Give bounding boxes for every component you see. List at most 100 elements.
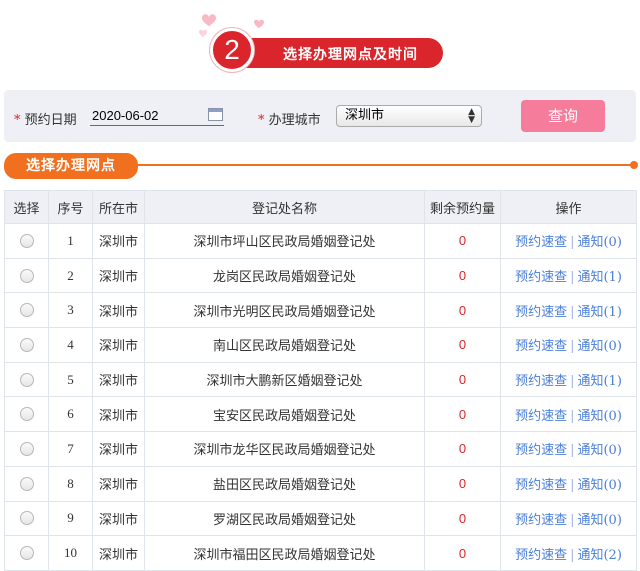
action-separator: | (570, 443, 575, 459)
row-actions: 预约速查 | 通知(0) (500, 431, 637, 467)
row-city: 深圳市 (92, 535, 145, 571)
action-separator: | (570, 547, 575, 563)
header-no: 序号 (48, 190, 93, 224)
action-separator: | (570, 270, 575, 286)
notice-link[interactable]: 通知(0) (577, 339, 621, 354)
select-radio[interactable] (19, 546, 34, 561)
header-name: 登记处名称 (144, 190, 425, 224)
row-number: 2 (48, 257, 93, 294)
select-cell (4, 535, 49, 571)
select-radio[interactable] (19, 372, 34, 387)
quick-check-link[interactable]: 预约速查 (515, 374, 567, 389)
row-actions: 预约速查 | 通知(1) (500, 361, 637, 398)
table-row: 5 深圳市 深圳市大鹏新区婚姻登记处 0 预约速查 | 通知(1) (4, 361, 637, 398)
row-actions: 预约速查 | 通知(0) (500, 465, 637, 502)
notice-link[interactable]: 通知(1) (577, 305, 621, 320)
table-row: 3 深圳市 深圳市光明区民政局婚姻登记处 0 预约速查 | 通知(1) (4, 292, 637, 329)
quick-check-link[interactable]: 预约速查 (515, 270, 567, 285)
date-input[interactable] (90, 106, 224, 126)
quick-check-link[interactable]: 预约速查 (515, 305, 567, 320)
row-remaining: 0 (424, 500, 501, 537)
query-button[interactable]: 查询 (521, 100, 605, 132)
row-city: 深圳市 (92, 292, 145, 329)
select-cell (4, 500, 49, 537)
notice-link[interactable]: 通知(0) (577, 443, 621, 458)
row-actions: 预约速查 | 通知(2) (500, 535, 637, 571)
row-number: 10 (48, 535, 93, 571)
registry-table: 选择 序号 所在市 登记处名称 剩余预约量 操作 1 深圳市 深圳市坪山区民政局婚姻… (4, 190, 637, 571)
quick-check-link[interactable]: 预约速查 (515, 443, 567, 458)
select-radio[interactable] (19, 337, 34, 352)
row-city: 深圳市 (92, 396, 145, 433)
calendar-icon[interactable] (208, 108, 223, 121)
row-city: 深圳市 (92, 431, 145, 467)
row-number: 6 (48, 396, 93, 433)
select-radio[interactable] (19, 303, 34, 318)
select-radio[interactable] (19, 233, 34, 248)
action-separator: | (570, 235, 575, 251)
notice-link[interactable]: 通知(2) (577, 548, 621, 563)
search-form: * 预约日期 * 办理城市 深圳市 ▲▼ 查询 (4, 90, 636, 142)
row-number: 9 (48, 500, 93, 537)
notice-link[interactable]: 通知(1) (577, 374, 621, 389)
notice-link[interactable]: 通知(0) (577, 235, 621, 250)
header-action: 操作 (500, 190, 637, 224)
select-arrows-icon: ▲ ▼ (468, 107, 475, 125)
select-radio[interactable] (19, 441, 34, 456)
quick-check-link[interactable]: 预约速查 (515, 339, 567, 354)
row-actions: 预约速查 | 通知(0) (500, 500, 637, 537)
header-select: 选择 (4, 190, 49, 224)
section-dot (630, 161, 638, 169)
quick-check-link[interactable]: 预约速查 (515, 548, 567, 563)
select-radio[interactable] (19, 407, 34, 422)
row-remaining: 0 (424, 223, 501, 259)
select-radio[interactable] (19, 268, 34, 283)
table-row: 7 深圳市 深圳市龙华区民政局婚姻登记处 0 预约速查 | 通知(0) (4, 431, 637, 467)
city-select[interactable]: 深圳市 ▲ ▼ (336, 105, 482, 127)
row-number: 7 (48, 431, 93, 467)
row-remaining: 0 (424, 396, 501, 433)
notice-link[interactable]: 通知(0) (577, 409, 621, 424)
row-remaining: 0 (424, 535, 501, 571)
row-actions: 预约速查 | 通知(1) (500, 292, 637, 329)
row-remaining: 0 (424, 361, 501, 398)
table-row: 6 深圳市 宝安区民政局婚姻登记处 0 预约速查 | 通知(0) (4, 396, 637, 433)
action-separator: | (570, 374, 575, 390)
select-cell (4, 431, 49, 467)
row-office-name: 深圳市龙华区民政局婚姻登记处 (144, 431, 425, 467)
notice-link[interactable]: 通知(1) (577, 270, 621, 285)
table-row: 1 深圳市 深圳市坪山区民政局婚姻登记处 0 预约速查 | 通知(0) (4, 223, 637, 259)
row-number: 4 (48, 327, 93, 363)
section-divider (134, 164, 632, 166)
select-radio[interactable] (19, 476, 34, 491)
row-office-name: 宝安区民政局婚姻登记处 (144, 396, 425, 433)
row-remaining: 0 (424, 465, 501, 502)
row-city: 深圳市 (92, 361, 145, 398)
row-city: 深圳市 (92, 465, 145, 502)
required-mark: * (14, 113, 21, 128)
quick-check-link[interactable]: 预约速查 (515, 513, 567, 528)
row-remaining: 0 (424, 431, 501, 467)
notice-link[interactable]: 通知(0) (577, 513, 621, 528)
city-label: 办理城市 (268, 113, 321, 128)
city-select-value: 深圳市 (345, 108, 385, 123)
notice-link[interactable]: 通知(0) (577, 478, 621, 493)
quick-check-link[interactable]: 预约速查 (515, 235, 567, 250)
quick-check-link[interactable]: 预约速查 (515, 478, 567, 493)
quick-check-link[interactable]: 预约速查 (515, 409, 567, 424)
row-actions: 预约速查 | 通知(1) (500, 257, 637, 294)
row-city: 深圳市 (92, 327, 145, 363)
section-title: 选择办理网点 (4, 153, 138, 179)
row-actions: 预约速查 | 通知(0) (500, 327, 637, 363)
table-row: 10 深圳市 深圳市福田区民政局婚姻登记处 0 预约速查 | 通知(2) (4, 535, 637, 571)
row-office-name: 深圳市光明区民政局婚姻登记处 (144, 292, 425, 329)
row-number: 3 (48, 292, 93, 329)
section-header: 选择办理网点 (4, 153, 640, 179)
row-number: 1 (48, 223, 93, 259)
row-actions: 预约速查 | 通知(0) (500, 396, 637, 433)
step-title: 选择办理网点及时间 (283, 47, 418, 63)
select-cell (4, 361, 49, 398)
select-radio[interactable] (19, 511, 34, 526)
row-city: 深圳市 (92, 257, 145, 294)
row-office-name: 深圳市坪山区民政局婚姻登记处 (144, 223, 425, 259)
